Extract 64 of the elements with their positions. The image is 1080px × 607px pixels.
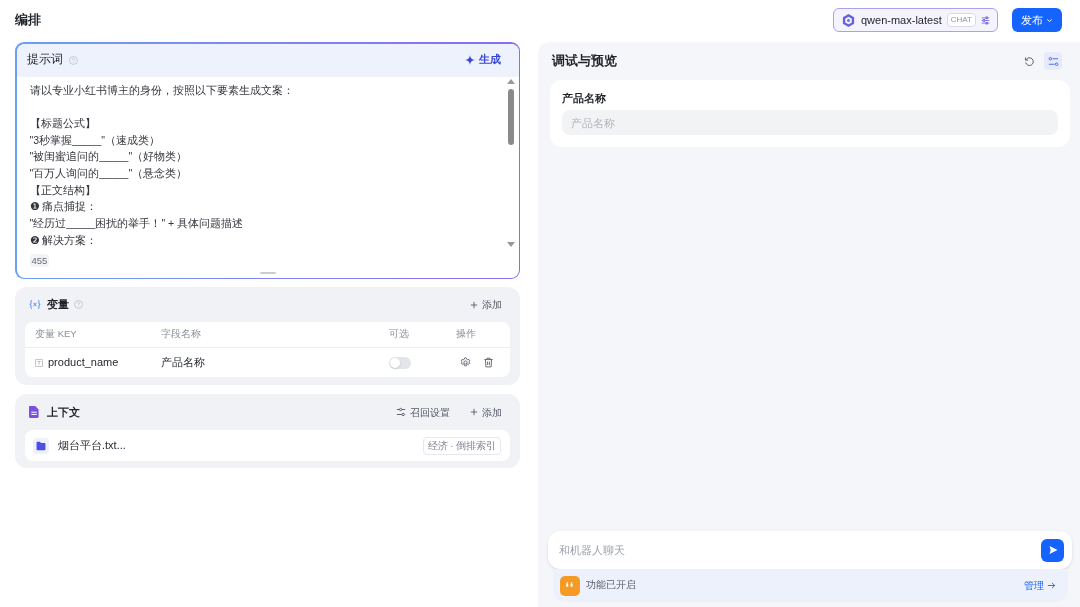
variable-key: product_name bbox=[48, 354, 119, 371]
preview-title: 调试与预览 bbox=[552, 52, 617, 70]
column-header: 变量 KEY bbox=[35, 327, 77, 342]
folder-icon bbox=[33, 437, 49, 454]
refresh-icon bbox=[1023, 55, 1035, 67]
plus-icon bbox=[470, 408, 478, 416]
trash-icon[interactable] bbox=[483, 357, 494, 368]
page-title: 编排 bbox=[15, 11, 41, 30]
model-selector[interactable]: qwen-max-latest CHAT bbox=[833, 8, 998, 32]
logo-icon bbox=[841, 12, 856, 28]
prompt-title: 提示词 bbox=[26, 52, 63, 68]
quote-icon bbox=[560, 575, 580, 596]
prompt-line: "被闺蜜追问的_____"（好物类） bbox=[29, 149, 188, 165]
field-label: 产品名称 bbox=[562, 92, 606, 104]
manage-link[interactable]: 管理 bbox=[1024, 578, 1056, 593]
sliders-icon bbox=[396, 407, 406, 417]
sparkle-icon bbox=[464, 55, 475, 65]
text-type-icon bbox=[35, 358, 43, 367]
resize-handle[interactable] bbox=[259, 271, 276, 274]
publish-button[interactable]: 发布 bbox=[1012, 8, 1062, 32]
feature-status: 功能已开启 bbox=[586, 578, 636, 593]
column-header: 字段名称 bbox=[161, 327, 201, 342]
plus-icon bbox=[470, 300, 478, 309]
prompt-line: ❷ 解决方案： bbox=[29, 232, 98, 248]
scrollbar[interactable] bbox=[505, 78, 516, 247]
prompt-line: "经历过_____困扰的举手！" + 具体问题描述 bbox=[29, 216, 244, 232]
prompt-line: 请以专业小红书博主的身份，按照以下要素生成文案： bbox=[29, 82, 294, 98]
help-icon bbox=[74, 300, 83, 309]
add-variable-button[interactable]: 添加 bbox=[470, 297, 502, 312]
chat-input-box[interactable]: 和机器人聊天 bbox=[548, 531, 1072, 569]
file-tag: 经济 · 倒排索引 bbox=[422, 436, 501, 455]
variable-braces-icon bbox=[29, 299, 41, 310]
prompt-line: 【正文结构】 bbox=[29, 182, 96, 198]
generate-button[interactable]: 生成 bbox=[464, 52, 501, 68]
send-icon bbox=[1047, 545, 1058, 555]
field-name: 产品名称 bbox=[161, 355, 205, 371]
prompt-line: "3秒掌握_____"（速成类） bbox=[29, 132, 160, 148]
chat-input-field[interactable]: 和机器人聊天 bbox=[559, 538, 1033, 562]
prompt-input-field[interactable]: 请以专业小红书博主的身份，按照以下要素生成文案： 【标题公式】 "3秒掌握_____"（速成类） "被闺蜜追问的_____"（好物类） "百万人询问的_____"（悬念类） 【正文结构】 ❶ 痛点捕捉： "经历过_____困扰的举手！" + 具体问题描述 ❷ 解决方案： bbox=[16, 76, 506, 249]
prompt-line: 【标题公式】 bbox=[29, 115, 96, 131]
add-context-button[interactable]: 添加 bbox=[470, 404, 502, 420]
document-icon bbox=[29, 406, 39, 418]
optional-toggle[interactable] bbox=[389, 356, 411, 369]
recall-settings-button[interactable]: 召回设置 bbox=[396, 404, 450, 420]
column-header: 操作 bbox=[456, 327, 476, 342]
variables-title: 变量 bbox=[47, 297, 69, 313]
prompt-line: ❶ 痛点捕捉： bbox=[29, 199, 98, 215]
sliders-icon bbox=[980, 14, 990, 26]
help-icon bbox=[68, 55, 78, 65]
prompt-line: "百万人询问的_____"（悬念类） bbox=[29, 166, 188, 181]
toggles-icon bbox=[1047, 55, 1059, 67]
settings-icon[interactable] bbox=[460, 357, 471, 368]
chevron-down-icon bbox=[1046, 16, 1053, 24]
settings-button[interactable] bbox=[1044, 52, 1062, 70]
context-title: 上下文 bbox=[47, 404, 80, 420]
send-button[interactable] bbox=[1041, 538, 1064, 562]
file-name: 烟台平台.txt... bbox=[58, 438, 126, 454]
product-name-input-field[interactable]: 产品名称 bbox=[562, 110, 1058, 135]
arrow-right-icon bbox=[1047, 581, 1056, 590]
model-name: qwen-max-latest bbox=[861, 12, 942, 28]
character-count: 455 bbox=[29, 253, 50, 267]
context-file-item[interactable]: 烟台平台.txt... 经济 · 倒排索引 bbox=[25, 430, 510, 461]
model-tag: CHAT bbox=[946, 13, 976, 27]
column-header: 可选 bbox=[389, 327, 409, 342]
